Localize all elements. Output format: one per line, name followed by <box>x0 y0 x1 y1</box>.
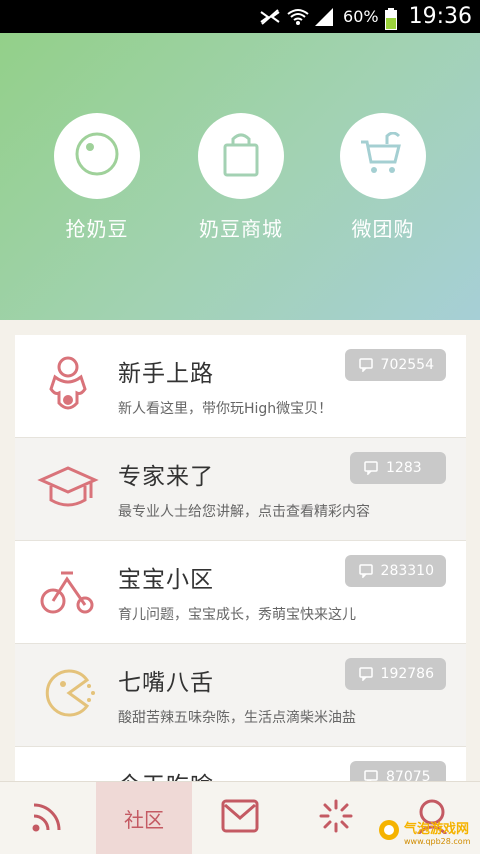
hero-item-naidoushangcheng[interactable]: 奶豆商城 <box>181 113 301 242</box>
hero-circle <box>198 113 284 199</box>
comment-count-badge: 283310 <box>344 555 446 587</box>
hero-label: 抢奶豆 <box>65 217 129 241</box>
list-item-zhuanjialaile[interactable]: 专家来了 最专业人士给您讲解，点击查看精彩内容 1283 <box>15 438 466 541</box>
list-item-desc: 新人看这里，带你玩High微宝贝！ <box>118 401 333 417</box>
shopping-bag-icon <box>219 131 263 181</box>
silent-icon <box>259 8 281 26</box>
comment-count: 192786 <box>380 666 434 682</box>
comment-count-badge: 702554 <box>344 349 446 381</box>
forum-list: 新手上路 新人看这里，带你玩High微宝贝！ 702554 专家来了 最专业人士… <box>15 335 466 850</box>
comment-count: 702554 <box>380 357 434 373</box>
tab-feed[interactable] <box>0 782 96 854</box>
tab-community-label: 社区 <box>124 807 164 832</box>
chatter-face-icon <box>37 662 99 724</box>
comment-icon <box>358 564 373 578</box>
graduation-cap-icon <box>37 456 99 518</box>
list-item-title: 专家来了 <box>118 464 214 490</box>
camera-lens-icon <box>72 129 122 183</box>
wifi-icon <box>287 8 309 26</box>
list-item-xinshoushanglu[interactable]: 新手上路 新人看这里，带你玩High微宝贝！ 702554 <box>15 335 466 438</box>
list-item-desc: 酸甜苦辣五味杂陈，生活点滴柴米油盐 <box>118 710 356 726</box>
status-bar: 60% 19:36 <box>0 0 480 33</box>
watermark-sub: www.qpb28.com <box>404 837 471 846</box>
mail-icon <box>221 799 259 837</box>
battery-icon <box>384 7 397 30</box>
tab-discover[interactable] <box>288 782 384 854</box>
list-item-desc: 育儿问题，宝宝成长，秀萌宝快来这儿 <box>118 607 356 623</box>
clock: 19:36 <box>408 4 472 29</box>
hero-label: 奶豆商城 <box>199 217 283 241</box>
battery-percent: 60% <box>343 7 379 26</box>
comment-count-badge: 192786 <box>344 658 446 690</box>
signal-icon <box>315 7 337 26</box>
shopping-cart-icon <box>359 131 407 180</box>
site-watermark: 气泡游戏网 www.qpb28.com <box>378 814 478 850</box>
watermark-text: 气泡游戏网 <box>404 822 470 837</box>
baby-icon <box>37 353 99 415</box>
list-item-title: 宝宝小区 <box>118 567 214 593</box>
tab-community[interactable]: 社区 <box>96 782 192 854</box>
list-item-qizuibashe[interactable]: 七嘴八舌 酸甜苦辣五味杂陈，生活点滴柴米油盐 192786 <box>15 644 466 747</box>
comment-icon <box>358 667 373 681</box>
hero-banner: 抢奶豆 奶豆商城 微团购 <box>0 33 480 320</box>
comment-count: 283310 <box>380 563 434 579</box>
tricycle-icon <box>37 559 99 621</box>
comment-count: 1283 <box>386 460 422 476</box>
rss-icon <box>30 798 66 838</box>
hero-item-qiangnaidou[interactable]: 抢奶豆 <box>37 113 157 242</box>
comment-count-badge: 1283 <box>350 452 446 484</box>
hero-item-weituangou[interactable]: 微团购 <box>323 113 443 242</box>
spinner-icon <box>318 798 354 838</box>
comment-icon <box>364 461 378 475</box>
hero-circle <box>340 113 426 199</box>
hero-circle <box>54 113 140 199</box>
list-item-baobaoxiaoqu[interactable]: 宝宝小区 育儿问题，宝宝成长，秀萌宝快来这儿 283310 <box>15 541 466 644</box>
tab-messages[interactable] <box>192 782 288 854</box>
list-item-title: 新手上路 <box>118 361 214 387</box>
hero-label: 微团购 <box>351 217 415 241</box>
comment-icon <box>358 358 373 372</box>
list-item-title: 七嘴八舌 <box>118 670 214 696</box>
watermark-logo-icon <box>378 819 400 845</box>
bottom-tab-bar: 社区 气泡游戏网 www.qpb28.com <box>0 781 480 854</box>
list-item-desc: 最专业人士给您讲解，点击查看精彩内容 <box>118 504 370 520</box>
